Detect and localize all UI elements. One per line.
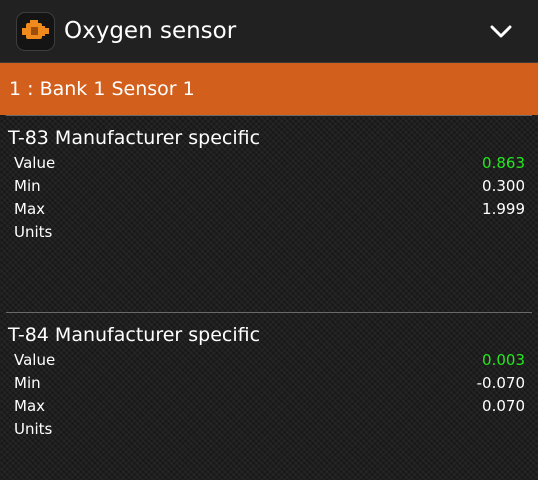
min-row: Min -0.070 [0,372,538,395]
divider [6,115,532,116]
current-value: 0.863 [482,154,525,172]
max-label: Max [14,200,46,218]
min-row: Min 0.300 [0,175,538,198]
value-label: Value [14,154,56,172]
min-value: -0.070 [476,374,525,392]
sensor-title: T-84 Manufacturer specific [8,324,261,346]
min-label: Min [14,374,41,392]
page-title: Oxygen sensor [64,18,237,44]
units-row: Units [0,418,538,441]
max-row: Max 0.070 [0,395,538,418]
sensor-group-bar[interactable]: 1 : Bank 1 Sensor 1 [0,63,538,115]
sensor-title: T-83 Manufacturer specific [8,127,261,149]
divider [6,312,532,313]
max-value: 1.999 [482,200,525,218]
units-row: Units [0,221,538,244]
current-value: 0.003 [482,351,525,369]
max-label: Max [14,397,46,415]
max-row: Max 1.999 [0,198,538,221]
value-row: Value 0.863 [0,152,538,175]
app-header: Oxygen sensor [0,0,538,63]
max-value: 0.070 [482,397,525,415]
min-label: Min [14,177,41,195]
value-label: Value [14,351,56,369]
units-label: Units [14,223,53,241]
units-label: Units [14,420,53,438]
min-value: 0.300 [482,177,525,195]
check-engine-icon[interactable] [16,12,55,51]
value-row: Value 0.003 [0,349,538,372]
sensor-group-label: 1 : Bank 1 Sensor 1 [9,78,195,100]
chevron-down-icon[interactable] [486,19,516,45]
